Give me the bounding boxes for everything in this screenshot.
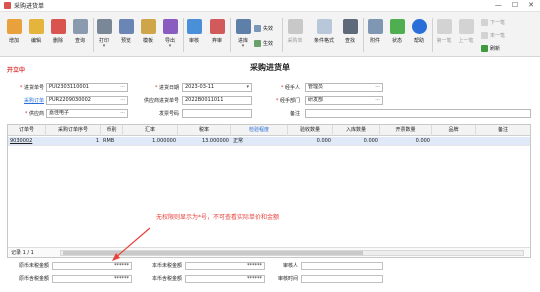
permission-annotation: 无权限则显示为*号，不可查看实际单价和金额 — [156, 214, 280, 221]
approve-time-field — [301, 275, 383, 283]
amount-value: ****** — [185, 262, 265, 270]
amount-value: ****** — [52, 262, 132, 270]
approve-time-label: 审核时间 — [277, 276, 298, 282]
approver-label: 审核人 — [282, 263, 298, 269]
approver-field — [301, 262, 383, 270]
amount-label: 原币含税金额 — [18, 276, 49, 282]
amount-value: ****** — [52, 275, 132, 283]
totals-row-1: 原币未税金额 ****** 本币未税金额 ****** 审核人 — [0, 262, 540, 272]
amount-label: 本币含税金额 — [151, 276, 182, 282]
amount-label: 原币未税金额 — [18, 263, 49, 269]
amount-value: ****** — [185, 275, 265, 283]
annotation-arrow-icon — [112, 227, 151, 261]
totals-row-2: 原币含税金额 ****** 本币含税金额 ****** 审核时间 — [0, 275, 540, 285]
amount-label: 本币未税金额 — [151, 263, 182, 269]
